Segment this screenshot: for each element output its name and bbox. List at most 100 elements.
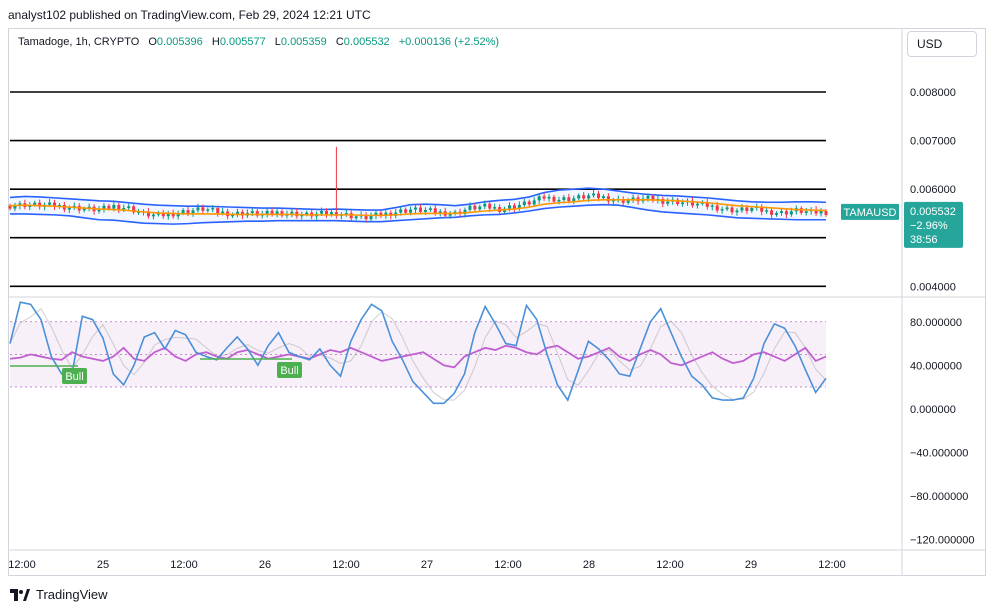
time-tick-label: 28 [583,559,595,571]
candle-body [399,209,403,213]
oscillator-band [10,321,826,388]
candle-body [765,210,769,212]
candle-body [775,213,779,215]
candle-body [409,209,413,213]
time-tick-label: 12:00 [332,559,360,571]
candle-body [735,210,739,213]
ticker-tag-label: TAMAUSD [844,207,897,219]
bull-badge-label: Bull [280,365,298,377]
tradingview-logo-icon [10,588,30,601]
candle-body [211,208,215,210]
candle-body [522,201,526,206]
candle-body [562,197,566,200]
candle-body [646,195,650,199]
oscillator-tick-label: −40.000000 [910,447,968,459]
candle-body [320,211,324,214]
candle-body [404,209,408,213]
candle-body [488,203,492,209]
candle-body [191,210,195,214]
candle-body [592,193,596,196]
candle-body [196,207,200,211]
candle-body [151,214,155,217]
candle-body [710,205,714,207]
candle-body [206,209,210,211]
candle-body [48,202,52,205]
oscillator-tick-label: −80.000000 [910,491,968,503]
candle-body [567,197,571,202]
candle-body [606,196,610,202]
candle-body [784,211,788,215]
candle-body [127,206,131,209]
time-tick-label: 26 [259,559,271,571]
candle-body [577,195,581,199]
candle-body [542,196,546,199]
candle-body [740,207,744,211]
candle-body [221,211,225,214]
candle-body [265,210,269,214]
candle-body [354,216,358,219]
candle-body [666,201,670,204]
time-tick-label: 29 [745,559,757,571]
candle-body [473,205,477,210]
time-tick-label: 12:00 [8,559,36,571]
candle-body [181,210,185,214]
candle-body [547,196,551,199]
candle-body [824,210,828,215]
oscillator-tick-label: −120.000000 [910,534,975,546]
candle-body [715,205,719,211]
candle-body [428,208,432,210]
time-tick-label: 12:00 [170,559,198,571]
candle-body [745,207,749,211]
candle-body [423,209,427,212]
candle-body [290,211,294,214]
candle-body [117,204,121,210]
candle-body [601,196,605,199]
price-tick-label: 0.007000 [910,136,956,148]
price-tick-label: 0.004000 [910,281,956,293]
candle-body [750,207,754,211]
oscillator-tick-label: 40.000000 [910,360,962,372]
oscillator-tick-label: 80.000000 [910,317,962,329]
price-tag-change: −2.96% [910,220,948,232]
bull-badge-label: Bull [65,371,83,383]
footer-brand[interactable]: TradingView [10,587,108,602]
candle-body [468,205,472,210]
candle-body [112,204,116,209]
candle-body [819,210,823,214]
candle-body [597,193,601,199]
candle-body [725,207,729,210]
candle-body [587,195,591,199]
price-tick-label: 0.008000 [910,87,956,99]
candle-body [186,210,190,214]
candle-body [557,199,561,202]
candle-body [537,196,541,201]
candle-body [789,211,793,215]
candle-body [507,205,511,209]
candle-body [572,198,576,202]
candle-body [582,195,586,199]
time-tick-label: 12:00 [494,559,522,571]
candle-body [107,205,111,209]
candle-body [418,207,422,212]
candle-body [730,207,734,213]
candle-body [527,201,531,205]
candle-body [33,202,37,205]
candle-body [250,211,254,213]
footer-brand-label: TradingView [36,587,108,602]
candle-body [478,206,482,210]
candle-body [493,207,497,209]
time-tick-label: 25 [97,559,109,571]
time-tick-label: 27 [421,559,433,571]
time-tick-label: 12:00 [656,559,684,571]
candle-body [369,215,373,220]
time-tick-label: 12:00 [818,559,846,571]
candle-body [695,203,699,206]
price-tag-value: 0.005532 [910,206,956,218]
candle-body [532,200,536,205]
candle-body [414,207,418,210]
candle-body [779,211,783,214]
candle-body [720,209,724,211]
candle-body [483,203,487,207]
candle-body [770,210,774,215]
price-tick-label: 0.006000 [910,184,956,196]
